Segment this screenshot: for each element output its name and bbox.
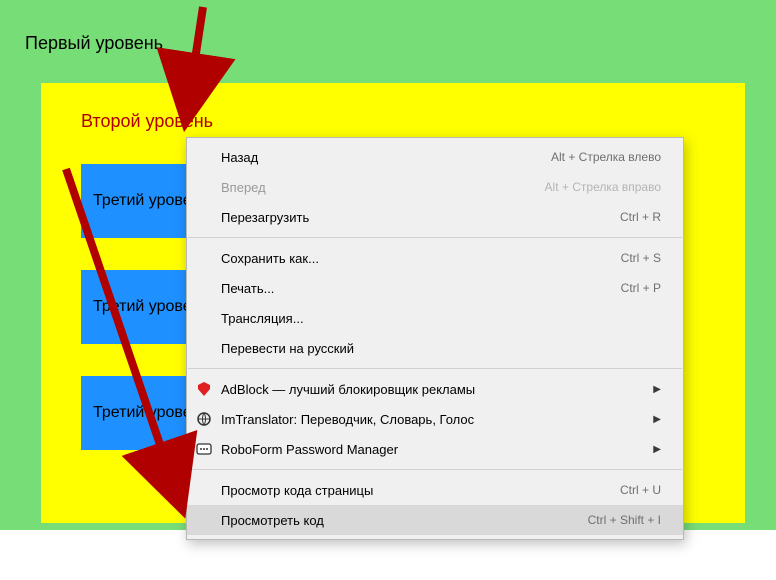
ctx-label: Перезагрузить [221,210,620,225]
ctx-shortcut: Ctrl + S [621,251,661,265]
ctx-label: Сохранить как... [221,251,621,266]
ctx-back[interactable]: Назад Alt + Стрелка влево [187,142,683,172]
ctx-label: Просмотр кода страницы [221,483,620,498]
ctx-ext-adblock[interactable]: AdBlock — лучший блокировщик рекламы ▶ [187,374,683,404]
ctx-label: Печать... [221,281,621,296]
separator-icon [188,469,682,470]
context-menu[interactable]: Назад Alt + Стрелка влево Вперед Alt + С… [186,137,684,540]
roboform-icon [195,440,213,458]
ctx-label: Назад [221,150,551,165]
level1-label: Первый уровень [25,33,163,54]
ctx-forward: Вперед Alt + Стрелка вправо [187,172,683,202]
ctx-translate[interactable]: Перевести на русский [187,333,683,363]
ctx-shortcut: Alt + Стрелка вправо [545,180,661,194]
ctx-shortcut: Ctrl + Shift + I [588,513,661,527]
ctx-print[interactable]: Печать... Ctrl + P [187,273,683,303]
ctx-label: Просмотреть код [221,513,588,528]
separator-icon [188,368,682,369]
ctx-view-source[interactable]: Просмотр кода страницы Ctrl + U [187,475,683,505]
ctx-save-as[interactable]: Сохранить как... Ctrl + S [187,243,683,273]
ctx-label: Вперед [221,180,545,195]
separator-icon [188,237,682,238]
ctx-ext-roboform[interactable]: RoboForm Password Manager ▶ [187,434,683,464]
level2-label: Второй уровень [81,111,705,132]
ctx-label: ImTranslator: Переводчик, Словарь, Голос [221,412,645,427]
ctx-label: Перевести на русский [221,341,661,356]
ctx-shortcut: Ctrl + P [621,281,661,295]
ctx-shortcut: Ctrl + U [620,483,661,497]
ctx-reload[interactable]: Перезагрузить Ctrl + R [187,202,683,232]
level1-container: Первый уровень Второй уровень Третий уро… [0,0,776,530]
adblock-icon [195,380,213,398]
ctx-inspect[interactable]: Просмотреть код Ctrl + Shift + I [187,505,683,535]
imtranslator-icon [195,410,213,428]
chevron-right-icon: ▶ [653,414,661,425]
ctx-label: AdBlock — лучший блокировщик рекламы [221,382,645,397]
chevron-right-icon: ▶ [653,444,661,455]
ctx-shortcut: Alt + Стрелка влево [551,150,661,164]
ctx-cast[interactable]: Трансляция... [187,303,683,333]
ctx-label: RoboForm Password Manager [221,442,645,457]
chevron-right-icon: ▶ [653,384,661,395]
ctx-ext-imtranslator[interactable]: ImTranslator: Переводчик, Словарь, Голос… [187,404,683,434]
ctx-label: Трансляция... [221,311,661,326]
ctx-shortcut: Ctrl + R [620,210,661,224]
